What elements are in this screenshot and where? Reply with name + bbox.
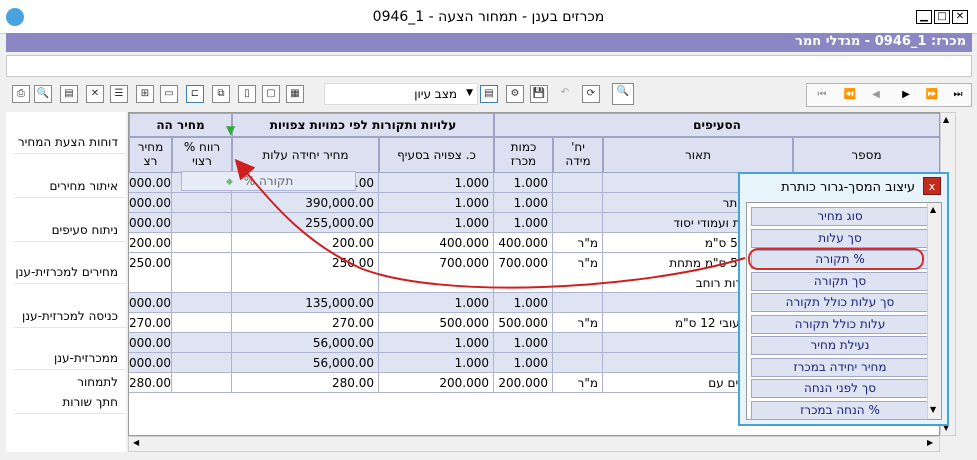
drag-arrow (234, 158, 746, 289)
